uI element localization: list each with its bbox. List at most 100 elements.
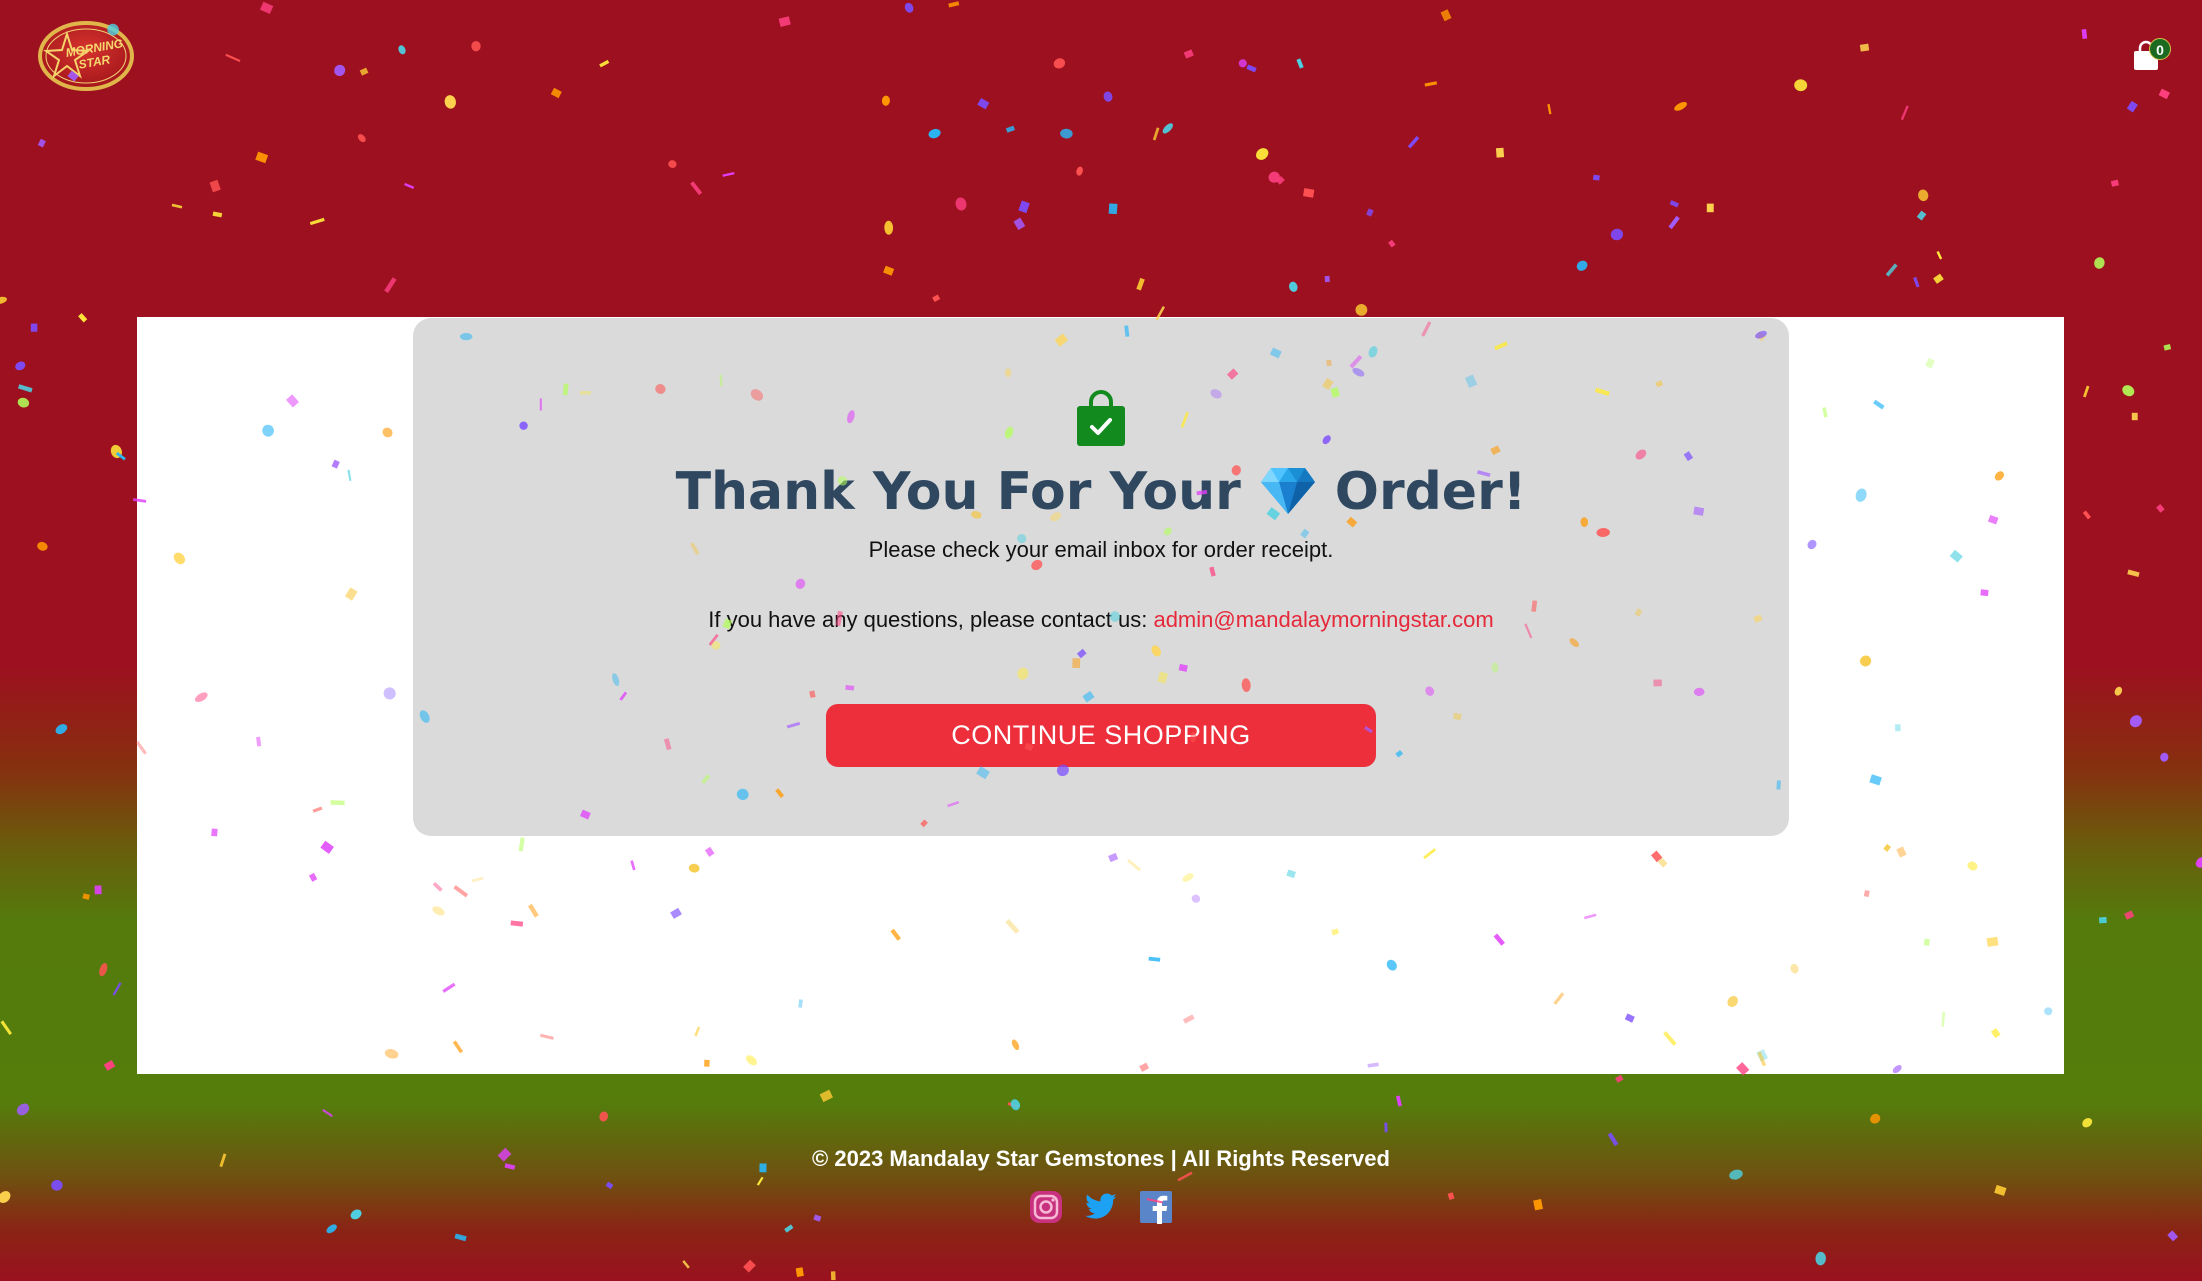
confetti-piece [0, 296, 7, 304]
confetti-piece [1010, 1099, 1021, 1111]
confetti-piece [1815, 1251, 1826, 1266]
brand-logo[interactable]: MORNING STAR [37, 20, 135, 92]
gem-icon [1259, 466, 1317, 516]
confetti-piece [1396, 1095, 1402, 1107]
confetti-piece [404, 182, 415, 190]
confetti-piece [259, 1, 274, 15]
confetti-piece [1053, 58, 1066, 69]
confetti-piece [1495, 147, 1505, 158]
confetti-piece [932, 294, 941, 303]
email-receipt-message: Please check your email inbox for order … [868, 537, 1334, 562]
confetti-piece [350, 1209, 362, 1220]
confetti-piece [1355, 304, 1368, 316]
confetti-piece [605, 1181, 614, 1190]
twitter-icon[interactable] [1084, 1190, 1118, 1224]
confetti-piece [103, 1060, 116, 1071]
confetti-piece [881, 95, 890, 106]
confetti-piece [1060, 128, 1073, 139]
confetti-piece [1289, 281, 1298, 292]
confetti-piece [322, 1108, 333, 1118]
facebook-icon[interactable] [1139, 1190, 1173, 1224]
confetti-piece [2094, 257, 2105, 269]
confetti-piece [1447, 1192, 1455, 1200]
confetti-piece [2098, 916, 2107, 924]
confetti-piece [37, 541, 48, 551]
confetti-piece [1268, 171, 1280, 183]
confetti-piece [778, 16, 791, 27]
confetti-piece [1005, 125, 1016, 133]
contact-email-link[interactable]: admin@mandalaymorningstar.com [1153, 607, 1493, 632]
contact-prefix: If you have any questions, please contac… [708, 607, 1148, 632]
confetti-piece [2158, 88, 2170, 100]
confetti-piece [115, 451, 126, 461]
contact-line: If you have any questions, please contac… [413, 607, 1789, 633]
confetti-piece [16, 1103, 30, 1116]
confetti-piece [2081, 29, 2088, 39]
confetti-piece [784, 1224, 794, 1233]
confetti-piece [1592, 174, 1600, 181]
confetti-piece [955, 197, 967, 211]
confetti-piece [30, 323, 38, 332]
confetti-piece [55, 724, 68, 735]
confetti-piece [1918, 189, 1929, 202]
confetti-piece [82, 893, 90, 900]
confetti-piece [1547, 103, 1552, 115]
confetti-piece [2129, 715, 2142, 728]
confetti-piece [1246, 64, 1257, 73]
footer-copyright: © 2023 Mandalay Star Gemstones | All Rig… [812, 1146, 1390, 1171]
confetti-piece [1276, 176, 1285, 185]
confetti-piece [668, 160, 677, 169]
confetti-piece [1136, 277, 1145, 291]
confetti-piece [357, 134, 366, 143]
confetti-piece [1366, 208, 1374, 217]
confetti-piece [2082, 1117, 2093, 1128]
confetti-piece [928, 128, 941, 139]
confetti-piece [359, 67, 369, 76]
confetti-piece [1859, 43, 1870, 52]
confetti-piece [1152, 127, 1160, 141]
confetti-piece [1013, 217, 1026, 231]
confetti-piece [1384, 1122, 1388, 1133]
confetti-piece [1162, 123, 1173, 134]
confetti-piece [690, 181, 703, 196]
confetti-piece [1706, 203, 1714, 213]
confetti-piece [51, 1179, 63, 1191]
confetti-piece [1296, 58, 1304, 69]
confetti-piece [1440, 9, 1452, 22]
confetti-piece [1870, 1113, 1881, 1124]
confetti-piece [1916, 210, 1927, 221]
logo-emblem: MORNING STAR [38, 21, 134, 91]
confetti-piece [471, 41, 481, 52]
confetti-piece [1388, 239, 1396, 248]
confetti-piece [1533, 1199, 1543, 1211]
confetti-piece [2160, 752, 2169, 762]
confetti-piece [17, 384, 33, 393]
confetti-piece [1794, 79, 1808, 92]
confetti-piece [743, 1259, 756, 1273]
confetti-piece [334, 64, 346, 77]
confetti-piece [1076, 166, 1083, 176]
continue-shopping-button[interactable]: CONTINUE SHOPPING [826, 704, 1376, 767]
confetti-piece [384, 277, 397, 293]
confetti-piece [1668, 215, 1680, 230]
confetti-piece [550, 87, 562, 99]
confetti-piece [1913, 276, 1920, 288]
confetti-piece [1936, 250, 1943, 260]
confetti-piece [2124, 910, 2135, 920]
confetti-piece [1424, 81, 1438, 87]
confetti-piece [2082, 510, 2092, 520]
confetti-piece [682, 1260, 690, 1269]
confetti-piece [1610, 228, 1624, 241]
confetti-piece [99, 963, 108, 977]
confetti-piece [1018, 200, 1030, 214]
confetti-piece [2083, 385, 2090, 398]
confetti-piece [1256, 148, 1269, 160]
confetti-piece [398, 45, 406, 55]
instagram-icon[interactable] [1029, 1190, 1063, 1224]
cart-count-badge: 0 [2149, 38, 2171, 60]
confetti-piece [1576, 260, 1588, 271]
confetti-piece [883, 265, 895, 276]
confetti-piece [2110, 179, 2119, 187]
confetti-piece [209, 179, 221, 193]
confetti-piece [1183, 49, 1194, 59]
